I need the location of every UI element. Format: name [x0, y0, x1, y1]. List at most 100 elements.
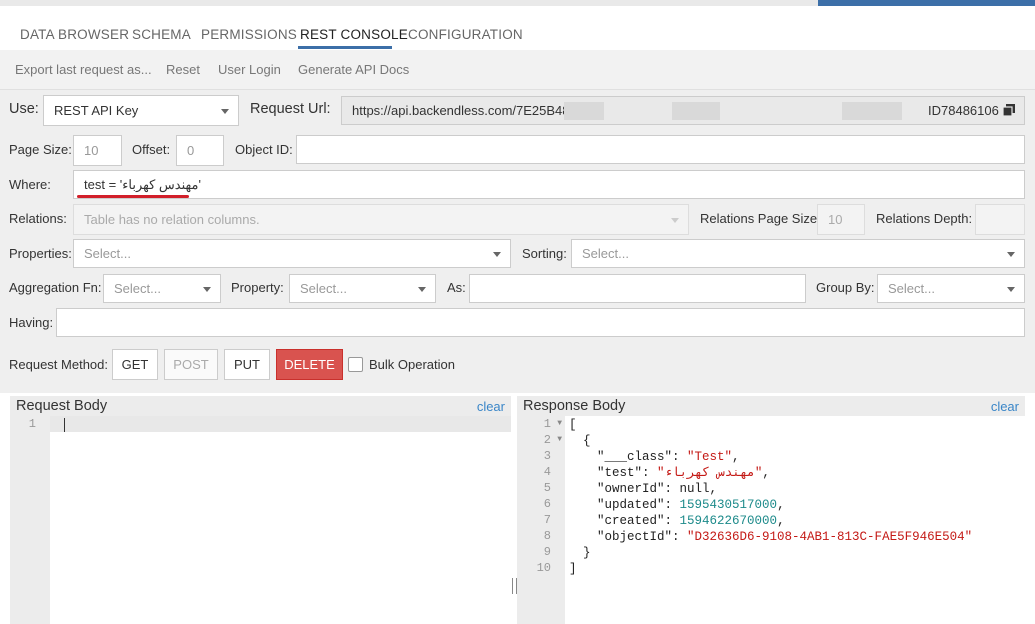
- line-number: 2: [543, 433, 551, 447]
- line-number: 7: [543, 513, 551, 527]
- copy-icon[interactable]: [1002, 103, 1016, 117]
- relations-label: Relations:: [9, 211, 67, 226]
- active-tab-indicator: [298, 46, 392, 49]
- json-line: [: [569, 418, 577, 432]
- sorting-label: Sorting:: [522, 246, 567, 261]
- request-body-gutter: 1: [10, 416, 50, 624]
- as-input[interactable]: [469, 274, 806, 303]
- group-by-placeholder: Select...: [888, 281, 935, 296]
- line-number: 10: [536, 561, 551, 575]
- object-id-input[interactable]: [296, 135, 1025, 164]
- main-tabs: DATA BROWSER SCHEMA PERMISSIONS REST CON…: [0, 6, 1035, 50]
- line-number: 1: [28, 417, 36, 431]
- chevron-down-icon: [418, 286, 426, 292]
- properties-placeholder: Select...: [84, 246, 131, 261]
- response-body-gutter: 1 ▼ 2 ▼ 3 4 5 6 7 8 9 10: [517, 416, 565, 624]
- sorting-placeholder: Select...: [582, 246, 629, 261]
- get-button[interactable]: GET: [112, 349, 158, 380]
- where-input[interactable]: test = 'مهندس كهرباء': [73, 170, 1025, 199]
- group-by-label: Group By:: [816, 280, 875, 295]
- aggregation-fn-select[interactable]: Select...: [103, 274, 221, 303]
- relations-page-size-label: Relations Page Size:: [700, 211, 821, 226]
- json-line: "test": "مهندس كهرباء",: [597, 466, 770, 480]
- request-url-start: https://api.backendless.com/7E25B48: [352, 103, 570, 118]
- json-line: ]: [569, 562, 577, 576]
- chevron-down-icon: [203, 286, 211, 292]
- json-line: {: [583, 434, 591, 448]
- chevron-down-icon: [1007, 286, 1015, 292]
- relations-placeholder: Table has no relation columns.: [84, 212, 260, 227]
- use-label: Use:: [9, 101, 39, 117]
- active-line-highlight: [50, 416, 511, 432]
- relations-select[interactable]: Table has no relation columns.: [73, 204, 689, 235]
- relations-depth-input[interactable]: [975, 204, 1025, 235]
- bulk-operation-checkbox[interactable]: [348, 357, 363, 372]
- request-url-end: ID78486106: [928, 103, 999, 118]
- property-select[interactable]: Select...: [289, 274, 436, 303]
- request-method-label: Request Method:: [9, 357, 109, 372]
- aggregation-fn-label: Aggregation Fn:: [9, 280, 102, 295]
- having-label: Having:: [9, 315, 54, 330]
- object-id-label: Object ID:: [235, 142, 293, 157]
- property-label: Property:: [231, 280, 284, 295]
- line-number: 3: [543, 449, 551, 463]
- page-size-input[interactable]: 10: [73, 135, 122, 166]
- offset-input[interactable]: 0: [176, 135, 224, 166]
- line-number: 6: [543, 497, 551, 511]
- request-body-header: Request Body clear: [10, 396, 511, 416]
- property-placeholder: Select...: [300, 281, 347, 296]
- page-size-label: Page Size:: [9, 142, 72, 157]
- api-key-select-value: REST API Key: [54, 103, 139, 118]
- redaction-block: [842, 102, 902, 120]
- request-url-label: Request Url:: [250, 101, 331, 117]
- line-number: 8: [543, 529, 551, 543]
- having-input[interactable]: [56, 308, 1025, 337]
- relations-page-size-input[interactable]: 10: [817, 204, 865, 235]
- line-number: 5: [543, 481, 551, 495]
- request-body-title: Request Body: [16, 398, 108, 414]
- request-url-field[interactable]: https://api.backendless.com/7E25B48 ID78…: [341, 96, 1025, 125]
- tab-schema[interactable]: SCHEMA: [132, 27, 191, 42]
- json-line: "updated": 1595430517000,: [597, 498, 785, 512]
- json-line: "___class": "Test",: [597, 450, 740, 464]
- user-login-button[interactable]: User Login: [218, 62, 281, 77]
- fold-arrow-icon[interactable]: ▼: [557, 419, 562, 428]
- api-key-select[interactable]: REST API Key: [43, 95, 239, 126]
- json-line: "ownerId": null,: [597, 482, 718, 496]
- relations-depth-label: Relations Depth:: [876, 211, 973, 226]
- line-number: 4: [543, 465, 551, 479]
- group-by-select[interactable]: Select...: [877, 274, 1025, 303]
- post-button[interactable]: POST: [164, 349, 218, 380]
- put-button[interactable]: PUT: [224, 349, 270, 380]
- tab-rest-console[interactable]: REST CONSOLE: [300, 27, 408, 42]
- as-label: As:: [447, 280, 466, 295]
- delete-button[interactable]: DELETE: [276, 349, 343, 380]
- bulk-operation-label: Bulk Operation: [369, 357, 455, 372]
- request-body-clear-button[interactable]: clear: [477, 399, 505, 414]
- sorting-select[interactable]: Select...: [571, 239, 1025, 268]
- export-last-request-button[interactable]: Export last request as...: [15, 62, 152, 77]
- tab-data-browser[interactable]: DATA BROWSER: [20, 27, 129, 42]
- reset-button[interactable]: Reset: [166, 62, 200, 77]
- json-line: }: [583, 546, 591, 560]
- redaction-block: [672, 102, 720, 120]
- properties-select[interactable]: Select...: [73, 239, 511, 268]
- request-body-panel: Request Body clear 1: [10, 396, 511, 624]
- where-label: Where:: [9, 177, 51, 192]
- request-form: Use: REST API Key Request Url: https://a…: [0, 90, 1035, 393]
- chevron-down-icon: [671, 217, 679, 223]
- json-line: "created": 1594622670000,: [597, 514, 785, 528]
- chevron-down-icon: [493, 251, 501, 257]
- aggregation-fn-placeholder: Select...: [114, 281, 161, 296]
- response-body-clear-button[interactable]: clear: [991, 399, 1019, 414]
- fold-arrow-icon[interactable]: ▼: [557, 435, 562, 444]
- json-line: "objectId": "D32636D6-9108-4AB1-813C-FAE…: [597, 530, 973, 544]
- console-toolbar: Export last request as... Reset User Log…: [0, 50, 1035, 90]
- tab-configuration[interactable]: CONFIGURATION: [408, 27, 523, 42]
- chevron-down-icon: [221, 108, 229, 114]
- line-number: 9: [543, 545, 551, 559]
- response-body-title: Response Body: [523, 398, 626, 414]
- redaction-block: [564, 102, 604, 120]
- tab-permissions[interactable]: PERMISSIONS: [201, 27, 297, 42]
- generate-api-docs-button[interactable]: Generate API Docs: [298, 62, 409, 77]
